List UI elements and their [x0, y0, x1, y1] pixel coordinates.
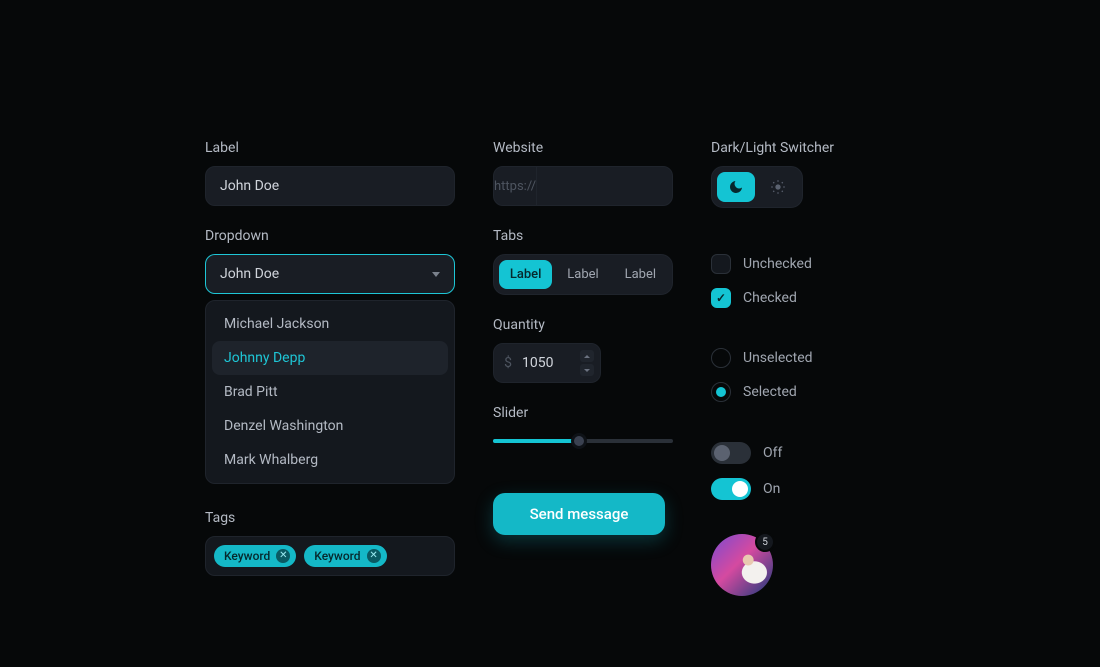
toggle-row: On	[711, 478, 931, 500]
column-toggles: Dark/Light Switcher Unchecked Checked Un…	[711, 140, 931, 667]
send-message-button[interactable]: Send message	[493, 493, 665, 535]
dropdown-menu: Michael Jackson Johnny Depp Brad Pitt De…	[205, 300, 455, 484]
radio-unselected[interactable]	[711, 348, 731, 368]
tabs-group: Tabs Label Label Label	[493, 228, 673, 295]
slider[interactable]	[493, 431, 673, 443]
dropdown-select[interactable]: John Doe	[205, 254, 455, 294]
radio-row: Unselected	[711, 348, 931, 368]
quantity-group: Quantity $ 1050	[493, 317, 673, 383]
toggle-section: Off On	[711, 428, 931, 500]
step-up-button[interactable]	[580, 350, 594, 362]
toggle-label: On	[763, 481, 780, 497]
moon-icon	[728, 179, 744, 195]
chevron-up-icon	[584, 355, 590, 358]
dropdown-item[interactable]: Denzel Washington	[212, 409, 448, 443]
tabs: Label Label Label	[493, 254, 673, 295]
dropdown-item[interactable]: Johnny Depp	[212, 341, 448, 375]
label-field-group: Label	[205, 140, 455, 206]
switcher-title: Dark/Light Switcher	[711, 140, 931, 156]
theme-switcher[interactable]	[711, 166, 803, 208]
avatar-with-badge[interactable]: 5	[711, 534, 773, 596]
website-group: Website https://	[493, 140, 673, 206]
quantity-value: 1050	[522, 355, 580, 371]
close-icon[interactable]: ✕	[276, 549, 290, 563]
dropdown-group: Dropdown John Doe Michael Jackson Johnny…	[205, 228, 455, 484]
column-controls: Website https:// Tabs Label Label Label …	[493, 140, 673, 667]
tab[interactable]: Label	[556, 260, 609, 289]
tags-box[interactable]: Keyword ✕ Keyword ✕	[205, 536, 455, 576]
stepper-buttons	[580, 350, 600, 376]
sun-icon	[770, 179, 786, 195]
checkbox-row: Unchecked	[711, 254, 931, 274]
toggle-off[interactable]	[711, 442, 751, 464]
slider-title: Slider	[493, 405, 673, 421]
toggle-label: Off	[763, 445, 782, 461]
column-inputs: Label Dropdown John Doe Michael Jackson …	[205, 140, 455, 667]
light-mode-button[interactable]	[759, 172, 797, 202]
checkbox-checked[interactable]	[711, 288, 731, 308]
dropdown-selected-value: John Doe	[220, 266, 279, 282]
checkbox-unchecked[interactable]	[711, 254, 731, 274]
tag-chip[interactable]: Keyword ✕	[304, 545, 386, 567]
slider-fill	[493, 439, 579, 443]
toggle-on[interactable]	[711, 478, 751, 500]
slider-thumb[interactable]	[571, 433, 587, 449]
dropdown-title: Dropdown	[205, 228, 455, 244]
radio-label: Unselected	[743, 350, 813, 366]
checkbox-section: Unchecked Checked	[711, 240, 931, 308]
chevron-down-icon	[584, 369, 590, 372]
radio-selected[interactable]	[711, 382, 731, 402]
notification-badge: 5	[755, 532, 775, 552]
tag-chip[interactable]: Keyword ✕	[214, 545, 296, 567]
label-input[interactable]	[205, 166, 455, 206]
tag-label: Keyword	[314, 549, 360, 563]
step-down-button[interactable]	[580, 364, 594, 376]
quantity-stepper[interactable]: $ 1050	[493, 343, 601, 383]
toggle-row: Off	[711, 442, 931, 464]
dropdown-item[interactable]: Mark Whalberg	[212, 443, 448, 477]
checkbox-row: Checked	[711, 288, 931, 308]
website-prefix: https://	[494, 167, 537, 205]
tags-group: Tags Keyword ✕ Keyword ✕	[205, 510, 455, 576]
radio-label: Selected	[743, 384, 797, 400]
slider-track	[493, 439, 673, 443]
checkbox-label: Checked	[743, 290, 797, 306]
tabs-title: Tabs	[493, 228, 673, 244]
currency-icon: $	[494, 355, 522, 371]
label-field-title: Label	[205, 140, 455, 156]
tab[interactable]: Label	[614, 260, 667, 289]
quantity-title: Quantity	[493, 317, 673, 333]
tag-label: Keyword	[224, 549, 270, 563]
checkbox-label: Unchecked	[743, 256, 812, 272]
theme-switcher-group: Dark/Light Switcher	[711, 140, 931, 208]
dark-mode-button[interactable]	[717, 172, 755, 202]
website-input[interactable]	[537, 167, 673, 205]
close-icon[interactable]: ✕	[367, 549, 381, 563]
dropdown-item[interactable]: Brad Pitt	[212, 375, 448, 409]
chevron-down-icon	[432, 272, 440, 277]
tags-title: Tags	[205, 510, 455, 526]
website-title: Website	[493, 140, 673, 156]
slider-group: Slider	[493, 405, 673, 443]
tab[interactable]: Label	[499, 260, 552, 289]
radio-row: Selected	[711, 382, 931, 402]
dropdown-item[interactable]: Michael Jackson	[212, 307, 448, 341]
website-field: https://	[493, 166, 673, 206]
radio-section: Unselected Selected	[711, 334, 931, 402]
